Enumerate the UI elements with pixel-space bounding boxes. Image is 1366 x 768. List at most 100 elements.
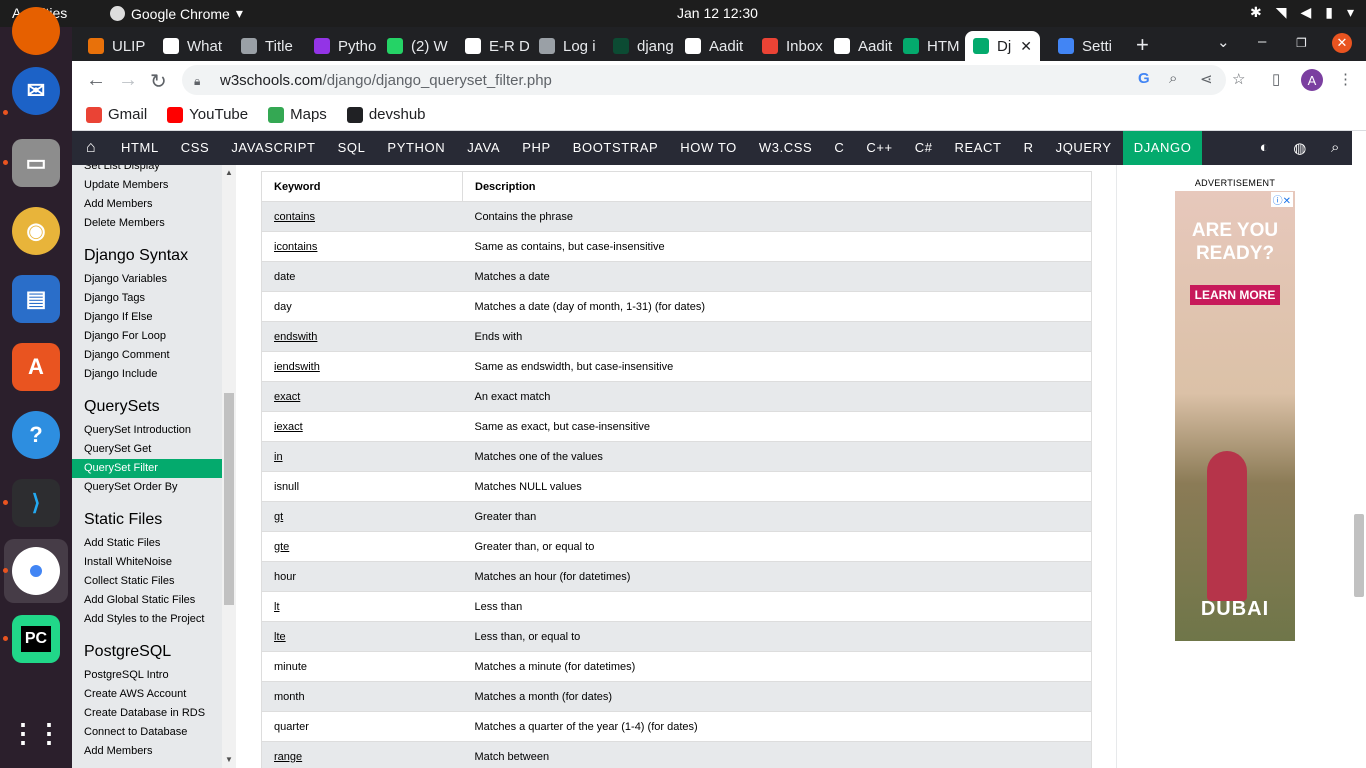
- firefox-icon[interactable]: [12, 7, 60, 55]
- keyword-link[interactable]: iexact: [274, 421, 303, 433]
- topnav-link[interactable]: REACT: [944, 131, 1013, 165]
- sidebar-link[interactable]: Delete Members: [72, 214, 222, 233]
- vscode-icon[interactable]: ⟩: [12, 479, 60, 527]
- sidebar-link[interactable]: Django If Else: [72, 308, 222, 327]
- clock[interactable]: Jan 12 12:30: [677, 5, 758, 21]
- globe-icon[interactable]: ◍: [1293, 139, 1307, 157]
- sidebar-link[interactable]: QuerySet Order By: [72, 478, 222, 497]
- home-icon[interactable]: ⌂: [72, 139, 110, 157]
- scroll-thumb[interactable]: [224, 393, 234, 605]
- topnav-link[interactable]: BOOTSTRAP: [562, 131, 670, 165]
- side-panel-icon[interactable]: ▯: [1272, 70, 1280, 88]
- ad-banner[interactable]: ⓘ✕ ARE YOU READY? LEARN MORE DUBAI: [1175, 191, 1295, 641]
- topnav-link[interactable]: C#: [904, 131, 944, 165]
- contrast-toggle-icon[interactable]: ◐: [1260, 139, 1270, 157]
- maximize-button[interactable]: ❐: [1296, 36, 1307, 50]
- sidebar-link[interactable]: Django Include: [72, 365, 222, 384]
- sidebar-link[interactable]: QuerySet Introduction: [72, 421, 222, 440]
- keyword-link[interactable]: lte: [274, 631, 286, 643]
- topnav-link[interactable]: C++: [855, 131, 903, 165]
- reload-button[interactable]: ↻: [150, 69, 167, 94]
- show-apps-icon[interactable]: ⋮⋮: [10, 709, 62, 757]
- sidebar-link[interactable]: QuerySet Get: [72, 440, 222, 459]
- bookmark-item[interactable]: YouTube: [167, 106, 248, 123]
- sidebar-link[interactable]: Add Static Files: [72, 534, 222, 553]
- topnav-link[interactable]: SQL: [327, 131, 377, 165]
- close-window-button[interactable]: ✕: [1332, 33, 1352, 53]
- sidebar-link[interactable]: Add Members: [72, 742, 222, 761]
- page-scroll-thumb[interactable]: [1354, 514, 1364, 597]
- zoom-icon[interactable]: ⌕: [1169, 70, 1177, 87]
- share-icon[interactable]: ⋖: [1200, 70, 1213, 88]
- files-icon[interactable]: ▭: [12, 139, 60, 187]
- topnav-link[interactable]: R: [1013, 131, 1045, 165]
- topnav-link[interactable]: W3.CSS: [748, 131, 823, 165]
- help-icon[interactable]: ?: [12, 411, 60, 459]
- browser-tab[interactable]: Title: [233, 31, 305, 61]
- sidebar-link[interactable]: Set List Display: [72, 165, 222, 176]
- keyword-link[interactable]: iendswith: [274, 361, 320, 373]
- browser-tab[interactable]: Aadit: [677, 31, 749, 61]
- topnav-link[interactable]: C: [823, 131, 855, 165]
- topnav-link[interactable]: DJANGO: [1122, 131, 1203, 165]
- sidebar-scrollbar[interactable]: ▲ ▼: [222, 165, 236, 768]
- topnav-link[interactable]: JAVA: [456, 131, 511, 165]
- keyword-link[interactable]: icontains: [274, 241, 317, 253]
- back-button[interactable]: ←: [86, 69, 106, 92]
- wifi-icon[interactable]: ◥: [1276, 4, 1287, 21]
- keyword-link[interactable]: range: [274, 751, 302, 763]
- ad-choices-close-icon[interactable]: ⓘ✕: [1270, 192, 1293, 207]
- keyword-link[interactable]: lt: [274, 601, 280, 613]
- sidebar-link[interactable]: Django Variables: [72, 270, 222, 289]
- keyword-link[interactable]: exact: [274, 391, 300, 403]
- sidebar-link[interactable]: Django Tags: [72, 289, 222, 308]
- new-tab-button[interactable]: +: [1136, 32, 1149, 58]
- forward-button[interactable]: →: [118, 69, 138, 92]
- minimize-button[interactable]: –: [1258, 33, 1266, 50]
- app-center-icon[interactable]: A: [12, 343, 60, 391]
- system-tray[interactable]: ✱ ◥ ◀ ▮ ▾: [1250, 4, 1354, 21]
- keyword-link[interactable]: contains: [274, 211, 315, 223]
- sidebar-link[interactable]: Add Styles to the Project: [72, 610, 222, 629]
- power-menu-chevron-icon[interactable]: ▾: [1347, 4, 1354, 21]
- sidebar-link[interactable]: QuerySet Filter: [72, 459, 222, 478]
- site-info-icon[interactable]: 🔒︎: [194, 74, 206, 88]
- sidebar-link[interactable]: Update Members: [72, 176, 222, 195]
- topnav-link[interactable]: PHP: [511, 131, 562, 165]
- bookmark-star-icon[interactable]: ☆: [1232, 70, 1245, 88]
- sidebar-link[interactable]: Django Comment: [72, 346, 222, 365]
- libreoffice-impress-icon[interactable]: ▤: [12, 275, 60, 323]
- close-tab-icon[interactable]: ✕: [1020, 38, 1032, 55]
- rhythmbox-icon[interactable]: ◉: [12, 207, 60, 255]
- browser-tab[interactable]: ULIP: [80, 31, 152, 61]
- browser-tab[interactable]: Pytho: [306, 31, 378, 61]
- bookmark-item[interactable]: Maps: [268, 106, 327, 123]
- topnav-link[interactable]: HTML: [110, 131, 170, 165]
- sidebar-link[interactable]: Add Global Static Files: [72, 591, 222, 610]
- bookmark-item[interactable]: devshub: [346, 106, 426, 123]
- browser-tab[interactable]: Inbox: [754, 31, 826, 61]
- keyword-link[interactable]: endswith: [274, 331, 317, 343]
- sidebar-link[interactable]: Collect Static Files: [72, 572, 222, 591]
- topnav-link[interactable]: PYTHON: [376, 131, 456, 165]
- address-bar[interactable]: 🔒︎ w3schools.com/django/django_queryset_…: [182, 65, 1226, 95]
- battery-icon[interactable]: ▮: [1325, 4, 1333, 21]
- scroll-up-arrow-icon[interactable]: ▲: [225, 168, 233, 177]
- browser-tab[interactable]: What: [155, 31, 227, 61]
- sidebar-link[interactable]: Install WhiteNoise: [72, 553, 222, 572]
- sidebar-link[interactable]: PostgreSQL Intro: [72, 666, 222, 685]
- topnav-link[interactable]: JQUERY: [1045, 131, 1123, 165]
- chrome-icon[interactable]: [12, 547, 60, 595]
- more-menu-icon[interactable]: ⋮: [1338, 70, 1353, 88]
- sidebar-link[interactable]: Django For Loop: [72, 327, 222, 346]
- sidebar-link[interactable]: Create Database in RDS: [72, 704, 222, 723]
- browser-tab[interactable]: HTM: [895, 31, 967, 61]
- search-icon[interactable]: ⌕: [1331, 139, 1340, 157]
- browser-tab[interactable]: (2) W: [379, 31, 451, 61]
- app-menu[interactable]: Google Chrome ▾: [110, 5, 243, 22]
- tab-search-chevron-icon[interactable]: ⌄: [1217, 33, 1230, 51]
- browser-tab[interactable]: Aadit: [826, 31, 898, 61]
- ad-learn-more-button[interactable]: LEARN MORE: [1190, 285, 1280, 305]
- pycharm-icon[interactable]: PC: [12, 615, 60, 663]
- bookmark-item[interactable]: Gmail: [86, 106, 147, 123]
